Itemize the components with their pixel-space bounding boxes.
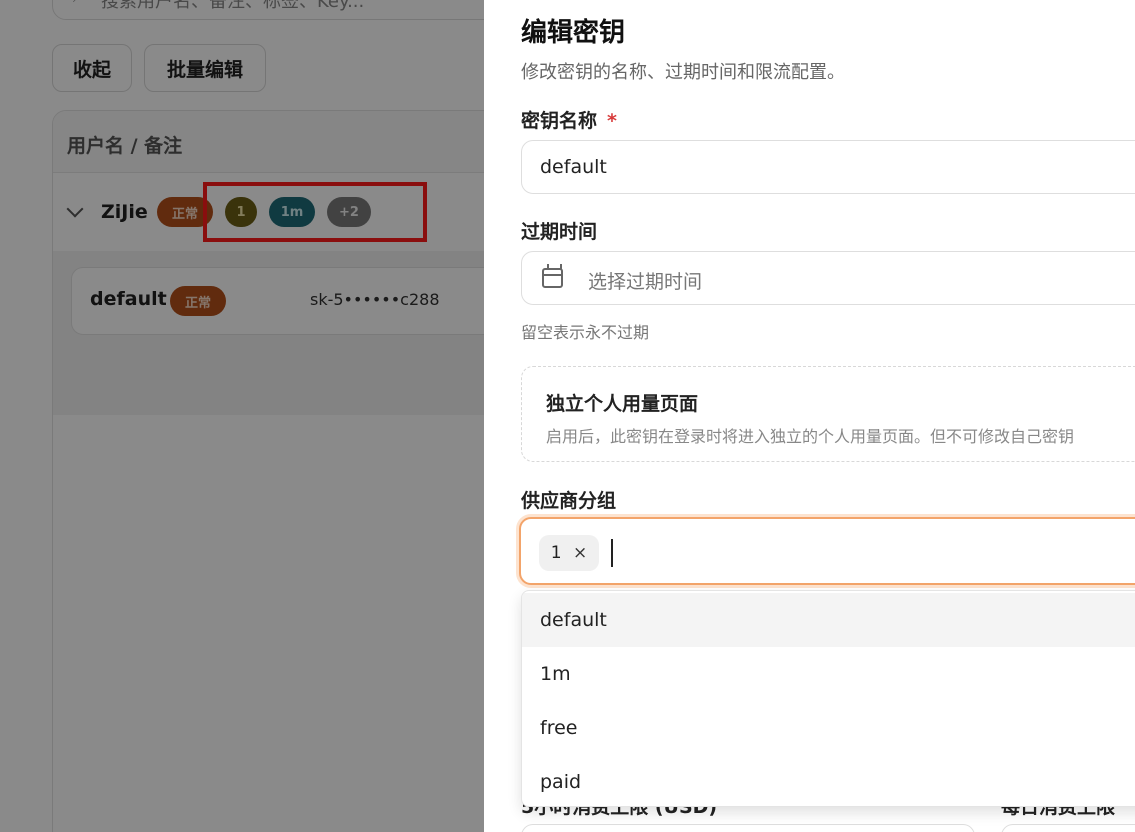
dropdown-option[interactable]: free xyxy=(522,701,1135,755)
expiry-hint: 留空表示永不过期 xyxy=(521,323,650,342)
key-name-value: default xyxy=(540,156,607,178)
expiry-placeholder: 选择过期时间 xyxy=(588,271,703,293)
option-label: 1m xyxy=(540,663,571,685)
dropdown-option[interactable]: paid xyxy=(522,755,1135,806)
usage-page-toggle-card[interactable]: 独立个人用量页面 启用后，此密钥在登录时将进入独立的个人用量页面。但不可修改自己… xyxy=(521,366,1135,462)
sheet-description: 修改密钥的名称、过期时间和限流配置。 xyxy=(521,62,845,83)
calendar-icon xyxy=(542,264,563,288)
provider-group-select[interactable]: 1 × xyxy=(519,517,1135,585)
option-label: free xyxy=(540,717,578,739)
daily-limit-input[interactable] xyxy=(1001,824,1135,832)
required-mark: * xyxy=(607,110,617,132)
option-label: paid xyxy=(540,771,582,793)
provider-group-dropdown: default 1m free paid xyxy=(521,590,1135,807)
expiry-label: 过期时间 xyxy=(521,221,598,243)
close-icon[interactable]: × xyxy=(573,543,587,563)
dropdown-option[interactable]: 1m xyxy=(522,647,1135,701)
key-name-label: 密钥名称 * xyxy=(521,106,617,133)
expiry-date-picker[interactable]: 选择过期时间 xyxy=(521,251,1135,305)
edit-key-sheet: 编辑密钥 修改密钥的名称、过期时间和限流配置。 密钥名称 * default 过期… xyxy=(484,0,1135,832)
page-title: 编辑密钥 xyxy=(521,18,626,48)
selected-chip: 1 × xyxy=(539,535,599,571)
chip-label: 1 xyxy=(550,543,562,563)
usage-page-description: 启用后，此密钥在登录时将进入独立的个人用量页面。但不可修改自己密钥 xyxy=(546,427,1075,446)
provider-group-label: 供应商分组 xyxy=(521,490,617,512)
five-hour-limit-input[interactable] xyxy=(521,824,975,832)
key-name-input[interactable]: default xyxy=(521,140,1135,194)
key-name-label-text: 密钥名称 xyxy=(521,110,598,132)
text-caret xyxy=(611,539,613,567)
dropdown-option[interactable]: default xyxy=(522,593,1135,647)
option-label: default xyxy=(540,609,607,631)
usage-page-title: 独立个人用量页面 xyxy=(546,393,699,415)
